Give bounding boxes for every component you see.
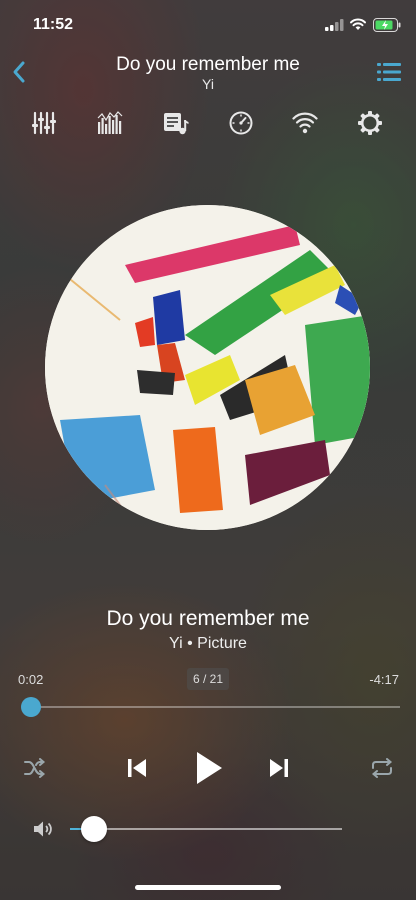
player-toolbar <box>0 106 416 140</box>
previous-icon[interactable] <box>126 757 148 779</box>
status-time: 11:52 <box>33 16 74 33</box>
album-artwork-image <box>45 205 370 530</box>
list-menu-icon[interactable] <box>377 62 401 82</box>
seek-knob[interactable] <box>20 697 41 717</box>
now-playing-info: Do you remember me Yi • Picture <box>0 607 416 654</box>
cellular-signal-icon <box>325 19 344 31</box>
song-title: Do you remember me <box>106 607 310 630</box>
wifi-status-icon <box>350 18 366 30</box>
home-indicator <box>135 885 281 890</box>
volume-knob[interactable] <box>81 816 108 842</box>
battery-charging-icon <box>373 18 401 32</box>
header-song-info: Do you remember me Yi <box>80 54 336 92</box>
equalizer-icon[interactable] <box>31 110 57 136</box>
album-cover <box>45 205 370 530</box>
repeat-icon[interactable] <box>370 758 394 778</box>
wifi-transfer-icon[interactable] <box>292 110 318 136</box>
elapsed-time: 0:02 <box>18 672 44 687</box>
header-artist: Yi <box>202 76 214 92</box>
speaker-icon <box>34 821 52 837</box>
playback-controls <box>0 748 416 788</box>
shuffle-icon[interactable] <box>24 758 46 778</box>
seek-slider[interactable] <box>20 697 400 717</box>
top-bar: Do you remember me Yi <box>0 50 416 94</box>
volume-control <box>0 815 416 843</box>
header-song-title: Do you remember me <box>116 54 300 75</box>
progress-info: 0:02 6 / 21 -4:17 <box>0 668 416 692</box>
playlist-icon[interactable] <box>163 110 189 136</box>
timer-icon[interactable] <box>228 110 254 136</box>
next-icon[interactable] <box>268 757 290 779</box>
track-counter: 6 / 21 <box>187 668 229 690</box>
volume-slider[interactable] <box>70 816 342 842</box>
spectrum-icon[interactable] <box>97 110 123 136</box>
play-icon[interactable] <box>194 750 224 786</box>
settings-icon[interactable] <box>357 110 383 136</box>
back-chevron-icon[interactable] <box>8 58 30 86</box>
artist-album: Yi • Picture <box>169 635 247 652</box>
status-bar: 11:52 <box>0 0 416 50</box>
remaining-time: -4:17 <box>369 672 399 687</box>
